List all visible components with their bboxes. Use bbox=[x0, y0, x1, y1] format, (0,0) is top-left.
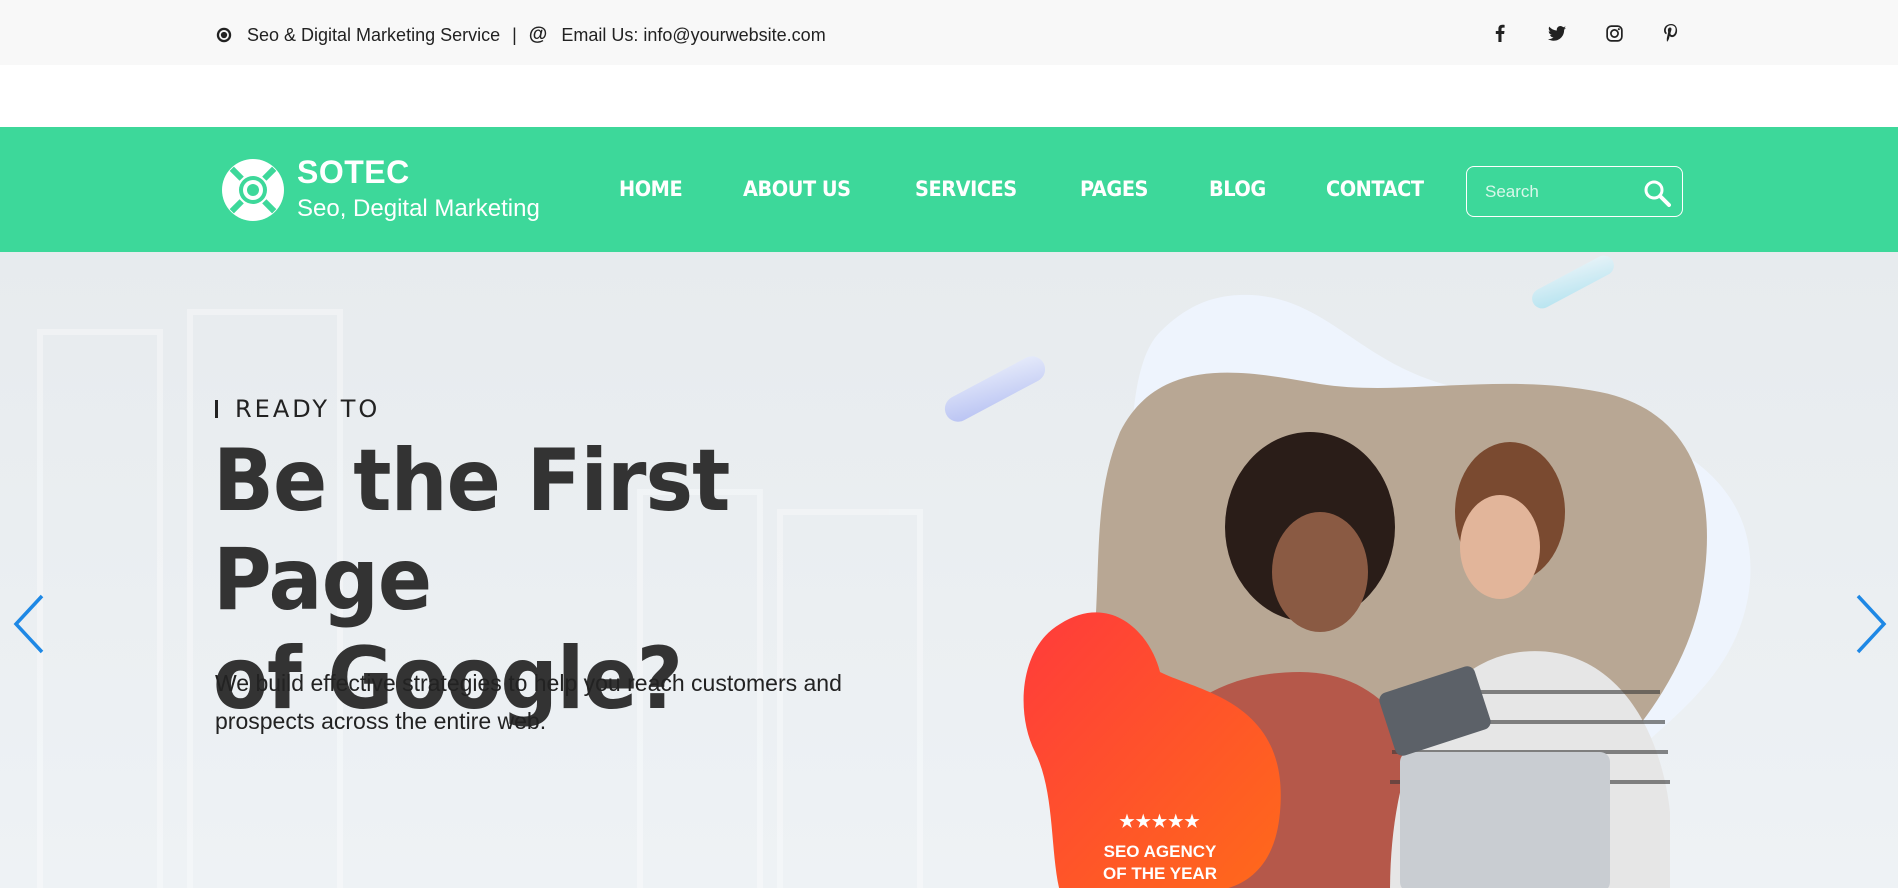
search-box bbox=[1466, 166, 1683, 217]
email-at-icon: @ bbox=[528, 24, 548, 45]
main-header: SOTEC Seo, Degital Marketing HOME ABOUT … bbox=[0, 127, 1898, 252]
nav-pages[interactable]: PAGES bbox=[1080, 177, 1148, 201]
nav-home[interactable]: HOME bbox=[619, 177, 683, 201]
nav-blog[interactable]: BLOG bbox=[1209, 177, 1266, 201]
main-navigation: HOME ABOUT US SERVICES PAGES BLOG CONTAC… bbox=[619, 177, 1487, 201]
gear-icon bbox=[216, 27, 232, 43]
slider-prev-arrow-icon[interactable] bbox=[10, 592, 50, 656]
lifebuoy-logo-icon[interactable] bbox=[220, 157, 286, 223]
badge-line-1: SEO AGENCY bbox=[1103, 842, 1217, 861]
rating-stars-icon: ★★★★★ bbox=[1119, 812, 1201, 831]
social-links bbox=[1490, 22, 1681, 44]
twitter-icon[interactable] bbox=[1547, 22, 1567, 44]
topbar-email[interactable]: Email Us: info@yourwebsite.com bbox=[561, 25, 825, 46]
instagram-icon[interactable] bbox=[1604, 22, 1624, 44]
hero-eyebrow-text: READY TO bbox=[235, 395, 381, 423]
seo-agency-badge: ★★★★★ SEO AGENCY OF THE YEAR bbox=[1100, 812, 1220, 884]
hero-slider: ★★★★★ SEO AGENCY OF THE YEAR READY TO Be… bbox=[0, 252, 1898, 888]
facebook-icon[interactable] bbox=[1490, 22, 1510, 44]
hero-headline-line-1: Be the First Page bbox=[213, 431, 730, 630]
nav-about-us[interactable]: ABOUT US bbox=[743, 177, 851, 201]
pinterest-icon[interactable] bbox=[1661, 22, 1681, 44]
search-input[interactable] bbox=[1485, 179, 1635, 205]
top-bar: Seo & Digital Marketing Service | @ Emai… bbox=[0, 0, 1898, 65]
nav-services[interactable]: SERVICES bbox=[915, 177, 1017, 201]
topbar-tagline: Seo & Digital Marketing Service bbox=[247, 24, 501, 45]
hero-description: We build effective strategies to help yo… bbox=[215, 670, 842, 734]
search-icon[interactable] bbox=[1643, 179, 1671, 207]
badge-line-2: OF THE YEAR bbox=[1103, 864, 1217, 883]
nav-contact[interactable]: CONTACT bbox=[1326, 177, 1424, 201]
topbar-contact-info: Seo & Digital Marketing Service | @ Emai… bbox=[215, 24, 826, 46]
eyebrow-divider bbox=[215, 400, 218, 418]
brand-name[interactable]: SOTEC bbox=[297, 154, 410, 191]
brand-subtitle: Seo, Degital Marketing bbox=[297, 195, 540, 222]
topbar-separator: | bbox=[512, 24, 517, 45]
slider-next-arrow-icon[interactable] bbox=[1850, 592, 1890, 656]
hero-eyebrow: READY TO bbox=[215, 395, 380, 423]
